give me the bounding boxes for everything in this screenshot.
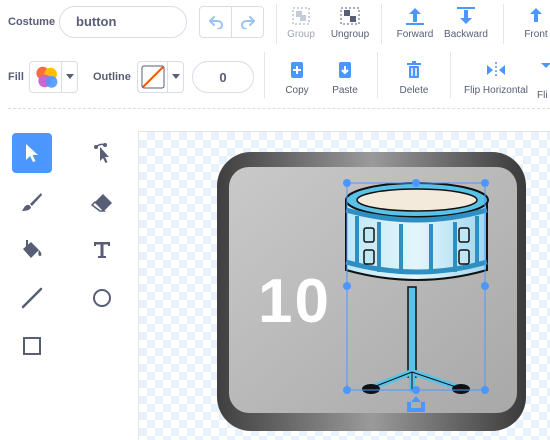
undo-icon <box>208 16 223 29</box>
fill-tool[interactable] <box>12 230 52 270</box>
brush-tool[interactable] <box>12 182 52 222</box>
delete-label: Delete <box>399 85 429 96</box>
forward-button[interactable]: Forward <box>393 6 437 40</box>
ungroup-icon <box>340 7 360 25</box>
eraser-icon <box>90 194 112 212</box>
flip-horizontal-label: Flip Horizontal <box>464 85 528 96</box>
flip-vertical-icon <box>541 63 550 68</box>
text-tool[interactable] <box>82 230 122 270</box>
ungroup-label: Ungroup <box>330 29 370 40</box>
delete-button[interactable]: Delete <box>396 61 432 96</box>
snare-drum <box>345 182 489 281</box>
costume-name-input[interactable]: button <box>59 6 187 38</box>
fill-swatch-icon <box>36 66 58 88</box>
outline-dropdown-button[interactable] <box>167 62 183 92</box>
group-icon <box>292 7 310 25</box>
outline-label: Outline <box>93 71 131 83</box>
backward-button[interactable]: Backward <box>442 6 490 40</box>
rectangle-icon <box>23 337 41 355</box>
reshape-tool[interactable] <box>82 133 122 173</box>
undo-redo-group <box>199 6 264 38</box>
circle-tool[interactable] <box>82 278 122 318</box>
reshape-icon <box>94 143 109 163</box>
front-button[interactable]: Front <box>518 6 550 40</box>
chevron-down-icon <box>171 74 180 79</box>
copy-icon <box>291 62 303 78</box>
undo-button[interactable] <box>200 7 232 37</box>
outline-width-input[interactable]: 0 <box>192 61 254 93</box>
flip-horizontal-button[interactable]: Flip Horizontal <box>461 61 531 96</box>
circle-icon <box>93 289 111 307</box>
paste-button[interactable]: Paste <box>327 61 363 96</box>
arrow-cursor-icon <box>26 144 38 162</box>
eraser-tool[interactable] <box>82 182 122 222</box>
outline-color-picker[interactable] <box>137 61 184 93</box>
text-icon <box>94 242 110 258</box>
copy-button[interactable]: Copy <box>281 61 313 96</box>
redo-button[interactable] <box>232 7 263 37</box>
flip-horizontal-icon <box>487 62 505 78</box>
fill-label: Fill <box>8 71 24 83</box>
flip-vertical-label: Fli <box>537 90 548 101</box>
paint-canvas[interactable]: 10 <box>138 131 550 440</box>
flip-vertical-button[interactable]: Fli <box>537 61 550 101</box>
copy-label: Copy <box>285 85 309 96</box>
group-button[interactable]: Group <box>283 6 319 40</box>
paste-label: Paste <box>332 85 358 96</box>
group-label: Group <box>287 29 315 40</box>
ungroup-button[interactable]: Ungroup <box>328 6 372 40</box>
forward-icon <box>406 8 424 25</box>
line-icon <box>21 287 43 309</box>
front-icon <box>530 8 542 22</box>
fill-dropdown-button[interactable] <box>61 62 77 92</box>
paste-icon <box>339 62 351 78</box>
chevron-down-icon <box>65 74 74 79</box>
backward-icon <box>457 7 475 24</box>
line-tool[interactable] <box>12 278 52 318</box>
backward-label: Backward <box>444 29 488 40</box>
paint-bucket-icon <box>23 240 42 258</box>
costume-label: Costume <box>8 16 56 28</box>
forward-label: Forward <box>396 29 434 40</box>
trash-icon <box>407 61 421 78</box>
costume-artwork <box>217 152 526 431</box>
button-number-text: 10 <box>258 267 331 336</box>
no-outline-icon <box>141 65 165 89</box>
fill-color-picker[interactable] <box>29 61 78 93</box>
front-label: Front <box>524 29 548 40</box>
redo-icon <box>240 16 255 29</box>
select-tool[interactable] <box>12 133 52 173</box>
rectangle-tool[interactable] <box>12 326 52 366</box>
brush-icon <box>22 193 42 211</box>
